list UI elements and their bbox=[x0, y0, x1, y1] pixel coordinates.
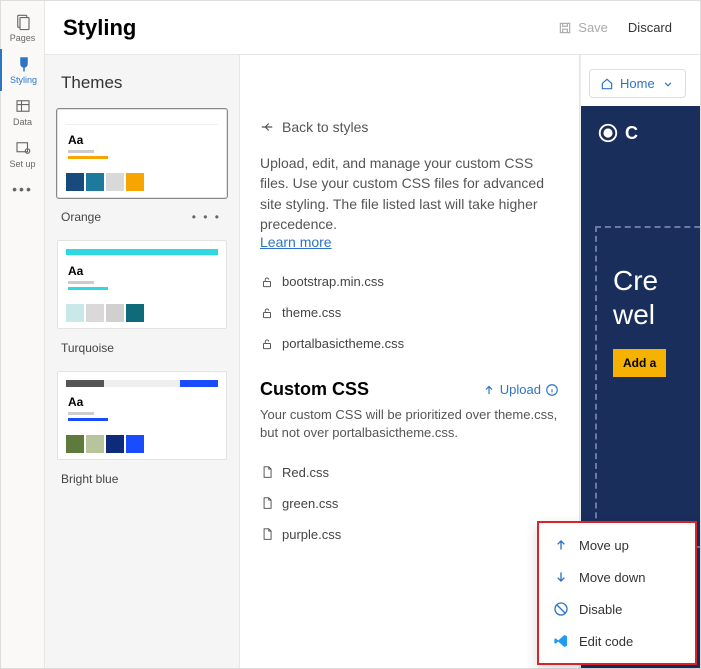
nav-label: Pages bbox=[10, 33, 36, 43]
more-icon: ••• bbox=[12, 181, 33, 197]
theme-name: Turquoise bbox=[61, 341, 114, 355]
file-icon bbox=[260, 527, 274, 541]
file-icon bbox=[260, 465, 274, 479]
styles-detail: Back to styles Upload, edit, and manage … bbox=[240, 55, 580, 668]
site-logo: C bbox=[597, 122, 684, 144]
file-name: Red.css bbox=[282, 465, 329, 480]
css-file-row[interactable]: portalbasictheme.css bbox=[260, 336, 559, 351]
file-icon bbox=[260, 496, 274, 510]
hero-cta-button[interactable]: Add a bbox=[613, 349, 666, 377]
file-context-menu: Move up Move down Disable Edit code bbox=[537, 521, 697, 665]
page-title: Styling bbox=[63, 15, 548, 41]
context-disable[interactable]: Disable bbox=[539, 593, 695, 625]
nav-styling[interactable]: Styling bbox=[0, 49, 44, 91]
hero-heading-1: Cre bbox=[613, 264, 700, 298]
logo-text: C bbox=[625, 123, 638, 144]
context-vscode[interactable]: Edit code bbox=[539, 625, 695, 657]
css-file-row[interactable]: theme.css bbox=[260, 305, 559, 320]
save-icon bbox=[558, 21, 572, 35]
css-file-row[interactable]: Red.css bbox=[260, 465, 559, 480]
themes-panel: Themes Aa Orange • • • Aa Turquoise Aa Bright … bbox=[45, 55, 240, 668]
save-button: Save bbox=[548, 16, 618, 39]
file-name: bootstrap.min.css bbox=[282, 274, 384, 289]
nav-data[interactable]: Data bbox=[1, 91, 45, 133]
theme-name: Orange bbox=[61, 210, 101, 224]
file-name: green.css bbox=[282, 496, 338, 511]
file-name: portalbasictheme.css bbox=[282, 336, 404, 351]
lock-icon bbox=[260, 337, 274, 351]
hero-dashed-area: Cre wel Add a bbox=[595, 226, 700, 548]
back-to-styles[interactable]: Back to styles bbox=[260, 119, 559, 135]
hero-heading-2: wel bbox=[613, 298, 700, 332]
pages-icon bbox=[14, 13, 32, 31]
context-label: Move down bbox=[579, 570, 645, 585]
home-icon bbox=[600, 77, 614, 91]
context-label: Edit code bbox=[579, 634, 633, 649]
file-name: purple.css bbox=[282, 527, 341, 542]
arrow-left-icon bbox=[260, 120, 274, 134]
theme-card[interactable]: Aa bbox=[57, 371, 227, 460]
nav-more[interactable]: ••• bbox=[1, 175, 45, 203]
file-name: theme.css bbox=[282, 305, 341, 320]
theme-card[interactable]: Aa bbox=[57, 109, 227, 198]
nav-setup[interactable]: Set up bbox=[1, 133, 45, 175]
theme-name: Bright blue bbox=[61, 472, 118, 486]
upload-label: Upload bbox=[500, 382, 541, 397]
nav-pages[interactable]: Pages bbox=[1, 7, 45, 49]
chevron-down-icon bbox=[661, 77, 675, 91]
lock-icon bbox=[260, 306, 274, 320]
title-bar: Styling Save Discard bbox=[45, 1, 700, 55]
css-file-row[interactable]: green.css bbox=[260, 496, 559, 511]
context-label: Move up bbox=[579, 538, 629, 553]
arrow-up-icon bbox=[553, 537, 569, 553]
lock-icon bbox=[260, 275, 274, 289]
brush-icon bbox=[15, 55, 33, 73]
theme-sample-text: Aa bbox=[68, 133, 218, 147]
gear-icon bbox=[14, 139, 32, 157]
nav-label: Styling bbox=[10, 75, 37, 85]
logo-icon bbox=[597, 122, 619, 144]
discard-label: Discard bbox=[628, 20, 672, 35]
back-label: Back to styles bbox=[282, 119, 368, 135]
nav-label: Data bbox=[13, 117, 32, 127]
discard-button[interactable]: Discard bbox=[618, 16, 682, 39]
custom-css-desc: Your custom CSS will be prioritized over… bbox=[260, 406, 559, 442]
theme-sample-text: Aa bbox=[68, 395, 218, 409]
nav-label: Set up bbox=[9, 159, 35, 169]
upload-icon bbox=[482, 383, 496, 397]
vscode-icon bbox=[553, 633, 569, 649]
learn-more-link[interactable]: Learn more bbox=[260, 234, 332, 250]
home-breadcrumb[interactable]: Home bbox=[589, 69, 686, 98]
table-icon bbox=[14, 97, 32, 115]
css-file-row[interactable]: purple.css bbox=[260, 527, 559, 542]
info-icon bbox=[545, 383, 559, 397]
context-arrow-up[interactable]: Move up bbox=[539, 529, 695, 561]
context-label: Disable bbox=[579, 602, 622, 617]
home-label: Home bbox=[620, 76, 655, 91]
arrow-down-icon bbox=[553, 569, 569, 585]
themes-heading: Themes bbox=[45, 55, 239, 103]
theme-more-button[interactable]: • • • bbox=[192, 210, 221, 224]
context-arrow-down[interactable]: Move down bbox=[539, 561, 695, 593]
custom-css-heading: Custom CSS bbox=[260, 379, 482, 400]
save-label: Save bbox=[578, 20, 608, 35]
theme-sample-text: Aa bbox=[68, 264, 218, 278]
description-text: Upload, edit, and manage your custom CSS… bbox=[260, 153, 559, 234]
css-file-row[interactable]: bootstrap.min.css bbox=[260, 274, 559, 289]
upload-button[interactable]: Upload bbox=[482, 382, 559, 397]
theme-card[interactable]: Aa bbox=[57, 240, 227, 329]
nav-rail: Pages Styling Data Set up ••• bbox=[1, 1, 45, 668]
disable-icon bbox=[553, 601, 569, 617]
